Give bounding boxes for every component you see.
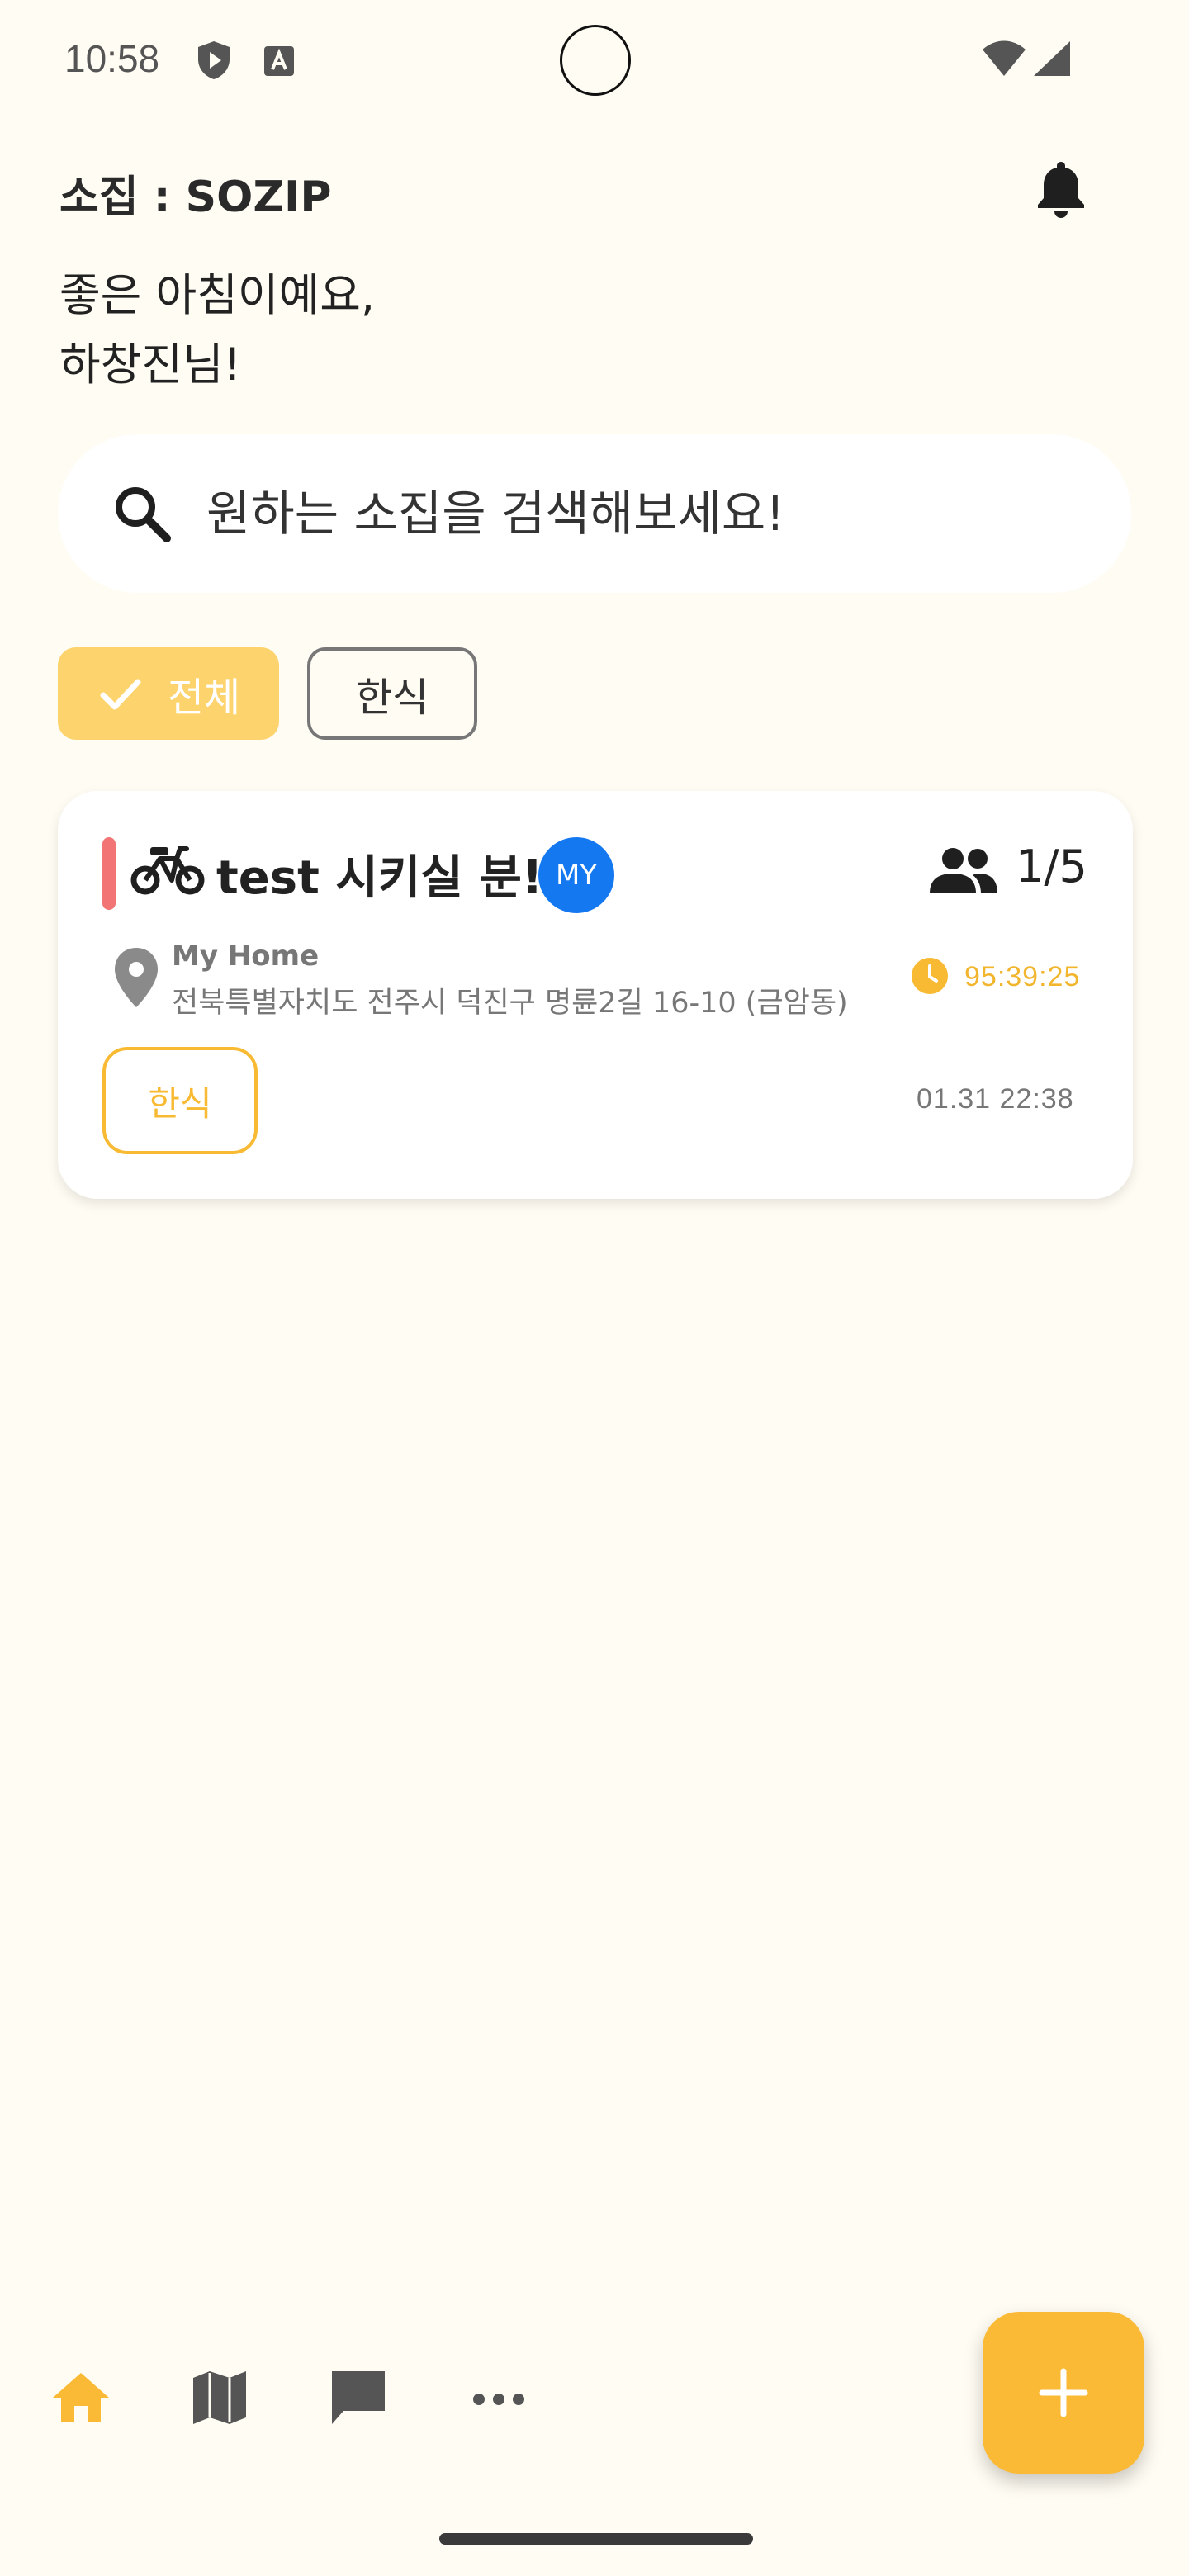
remaining-timer: 95:39:25: [964, 961, 1081, 992]
bell-icon[interactable]: [1034, 159, 1088, 220]
clock-icon: [912, 958, 948, 994]
card-title: test 시키실 분!: [216, 851, 543, 905]
search-input[interactable]: [206, 481, 1098, 547]
more-icon[interactable]: [467, 2366, 530, 2429]
home-icon[interactable]: [50, 2366, 112, 2429]
filter-chip-label: 전체: [167, 675, 241, 721]
participant-count: 1/5: [1016, 841, 1087, 893]
filter-chip-korean[interactable]: 한식: [307, 647, 477, 740]
place-name: My Home: [172, 940, 320, 973]
greeting-line-2: 하창진님!: [59, 339, 242, 391]
my-badge: MY: [538, 837, 614, 913]
filter-chip-all[interactable]: 전체: [58, 647, 279, 740]
sozip-card[interactable]: test 시키실 분! MY 1/5 My Home 전북특별자치도 전주시 덕…: [58, 791, 1133, 1199]
search-bar[interactable]: [58, 434, 1131, 593]
card-accent-bar: [102, 837, 116, 910]
category-tag-label: 한식: [148, 1082, 212, 1124]
plus-icon: [1039, 2368, 1088, 2417]
created-at: 01.31 22:38: [917, 1083, 1074, 1115]
chat-icon[interactable]: [327, 2366, 390, 2429]
location-pin-icon: [115, 948, 158, 1007]
wifi-icon: [983, 40, 1026, 76]
place-address: 전북특별자치도 전주시 덕진구 명륜2길 16-10 (금암동): [172, 987, 848, 1020]
screen: 10:58 소집 : SOZIP 좋은 아침이예요, 하창진님! 원하는 소집을…: [0, 0, 1189, 2576]
status-bar: 10:58: [0, 0, 1189, 119]
front-camera: [560, 25, 631, 96]
map-icon[interactable]: [188, 2366, 251, 2429]
create-sozip-button[interactable]: [983, 2312, 1144, 2474]
check-icon: [100, 679, 141, 710]
people-icon: [930, 848, 997, 893]
search-icon: [116, 487, 171, 542]
app-title: 소집 : SOZIP: [59, 173, 332, 222]
delivery-bike-icon: [130, 846, 205, 895]
signal-icon: [1034, 41, 1070, 76]
filter-chip-label: 한식: [355, 675, 429, 721]
shield-play-icon: [198, 41, 230, 79]
greeting: 좋은 아침이예요, 하창진님!: [59, 261, 375, 400]
a-text-icon: [264, 46, 294, 76]
home-indicator[interactable]: [439, 2533, 753, 2545]
category-tag: 한식: [102, 1047, 258, 1154]
greeting-line-1: 좋은 아침이예요,: [59, 269, 376, 321]
status-time: 10:58: [64, 37, 160, 80]
